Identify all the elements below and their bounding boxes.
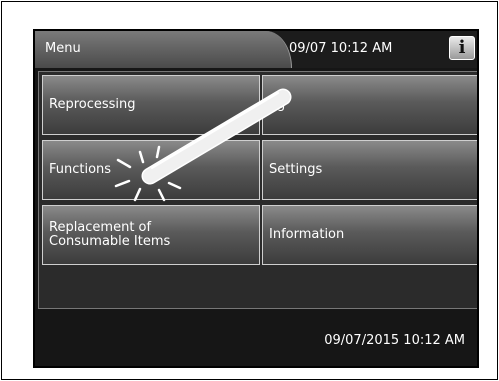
- illustration-frame: Menu 09/07 10:12 AM i Reprocessing og Fu…: [1, 1, 498, 380]
- stylus-tap-illustration: [114, 88, 292, 202]
- stylus-icon: [141, 88, 292, 185]
